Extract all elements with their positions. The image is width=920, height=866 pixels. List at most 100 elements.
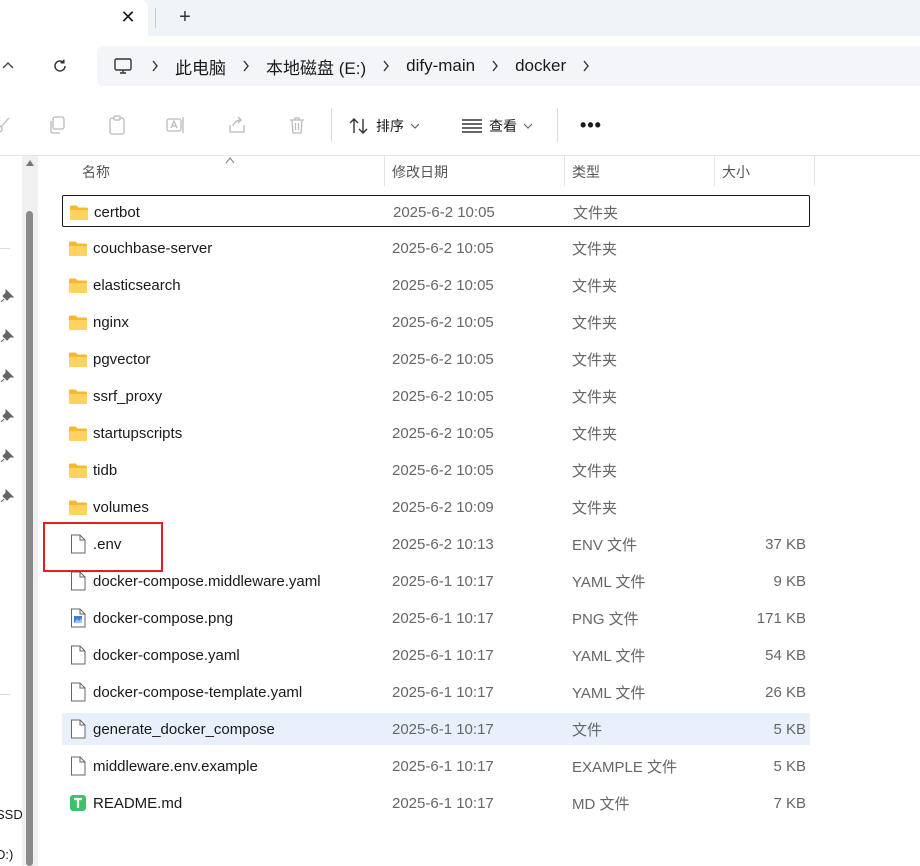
scroll-up-arrow-icon[interactable] [26, 160, 34, 166]
close-tab-icon[interactable]: ✕ [114, 4, 142, 30]
file-name[interactable]: docker-compose.yaml [93, 647, 240, 664]
file-name[interactable]: certbot [94, 204, 140, 221]
file-name-cell[interactable]: volumes [68, 491, 149, 523]
file-name[interactable]: pgvector [93, 351, 151, 368]
new-tab-icon[interactable]: + [170, 4, 200, 30]
share-icon[interactable] [224, 112, 250, 138]
file-row[interactable]: docker-compose.middleware.yaml 2025-6-1 1… [62, 565, 810, 597]
file-name[interactable]: elasticsearch [93, 277, 181, 294]
pin-icon [0, 288, 15, 303]
file-name[interactable]: docker-compose-template.yaml [93, 684, 302, 701]
file-name[interactable]: ssrf_proxy [93, 388, 162, 405]
file-name[interactable]: docker-compose.png [93, 610, 233, 627]
chevron-right-icon[interactable] [475, 56, 515, 76]
folder-icon [68, 497, 88, 517]
file-date: 2025-6-2 10:05 [392, 276, 494, 294]
file-row[interactable]: volumes 2025-6-2 10:09 文件夹 [62, 491, 810, 523]
file-row[interactable]: nginx 2025-6-2 10:05 文件夹 [62, 306, 810, 338]
file-row[interactable]: README.md 2025-6-1 10:17 MD 文件 7 KB [62, 787, 810, 819]
file-type: MD 文件 [572, 795, 630, 813]
more-options-button[interactable]: ••• [576, 110, 606, 140]
nav-item-drive-d[interactable]: D:) [0, 847, 13, 862]
file-name-cell[interactable]: certbot [69, 196, 140, 228]
file-type: 文件夹 [572, 314, 618, 332]
chevron-right-icon[interactable] [135, 56, 175, 76]
file-name[interactable]: middleware.env.example [93, 758, 258, 775]
file-name-cell[interactable]: tidb [68, 454, 117, 486]
file-row[interactable]: docker-compose-template.yaml 2025-6-1 10:… [62, 676, 810, 708]
file-name-cell[interactable]: couchbase-server [68, 232, 212, 264]
nav-scrollbar-thumb[interactable] [26, 211, 33, 866]
chevron-right-icon[interactable] [366, 56, 406, 76]
file-name-cell[interactable]: elasticsearch [68, 269, 181, 301]
file-name-cell[interactable]: nginx [68, 306, 129, 338]
file-name[interactable]: startupscripts [93, 425, 182, 442]
breadcrumb-docker[interactable]: docker [515, 56, 566, 76]
breadcrumb-local-disk[interactable]: 本地磁盘 (E:) [266, 54, 366, 79]
column-divider[interactable] [814, 156, 815, 186]
file-name-cell[interactable]: pgvector [68, 343, 151, 375]
column-header-date[interactable]: 修改日期 [392, 156, 448, 188]
paste-icon[interactable] [104, 112, 130, 138]
file-row[interactable]: elasticsearch 2025-6-2 10:05 文件夹 [62, 269, 810, 301]
file-row[interactable]: startupscripts 2025-6-2 10:05 文件夹 [62, 417, 810, 449]
column-divider[interactable] [714, 156, 715, 186]
file-row[interactable]: ssrf_proxy 2025-6-2 10:05 文件夹 [62, 380, 810, 412]
file-date: 2025-6-2 10:05 [392, 424, 494, 442]
chevron-right-icon[interactable] [566, 56, 606, 76]
rename-icon[interactable] [163, 112, 189, 138]
file-name[interactable]: README.md [93, 795, 182, 812]
up-arrow-icon[interactable] [0, 50, 24, 82]
breadcrumb-dify-main[interactable]: dify-main [406, 56, 475, 76]
sort-button[interactable]: 排序 [348, 110, 420, 142]
refresh-icon[interactable] [44, 50, 76, 82]
file-row[interactable]: middleware.env.example 2025-6-1 10:17 EXAM… [62, 750, 810, 782]
file-name-cell[interactable]: README.md [68, 787, 182, 819]
column-divider[interactable] [564, 156, 565, 186]
breadcrumb-this-pc[interactable]: 此电脑 [175, 54, 226, 79]
file-name-cell[interactable]: docker-compose.yaml [68, 639, 240, 671]
annotation-highlight-box [43, 522, 163, 572]
file-name[interactable]: docker-compose.middleware.yaml [93, 573, 321, 590]
file-name-cell[interactable]: middleware.env.example [68, 750, 258, 782]
file-name[interactable]: nginx [93, 314, 129, 331]
file-name[interactable]: volumes [93, 499, 149, 516]
file-row[interactable]: .env 2025-6-2 10:13 ENV 文件 37 KB [62, 528, 810, 560]
file-row[interactable]: docker-compose.png 2025-6-1 10:17 PNG 文件 17… [62, 602, 810, 634]
file-name[interactable]: tidb [93, 462, 117, 479]
file-row[interactable]: docker-compose.yaml 2025-6-1 10:17 YAML 文件… [62, 639, 810, 671]
file-row[interactable]: pgvector 2025-6-2 10:05 文件夹 [62, 343, 810, 375]
nav-item-drive[interactable]: SSD [0, 807, 23, 822]
file-row[interactable]: tidb 2025-6-2 10:05 文件夹 [62, 454, 810, 486]
copy-icon[interactable] [44, 112, 70, 138]
file-row[interactable]: generate_docker_compose 2025-6-1 10:17 文件 5… [62, 713, 810, 745]
file-size: 54 KB [765, 646, 806, 664]
folder-icon [68, 275, 88, 295]
column-header-type[interactable]: 类型 [572, 156, 600, 188]
file-date: 2025-6-2 10:05 [392, 350, 494, 368]
this-pc-icon[interactable] [111, 54, 135, 78]
delete-icon[interactable] [284, 112, 310, 138]
column-divider[interactable] [384, 156, 385, 186]
file-name-cell[interactable]: docker-compose.png [68, 602, 233, 634]
file-row[interactable]: certbot 2025-6-2 10:05 文件夹 [62, 195, 810, 227]
file-name-cell[interactable]: generate_docker_compose [68, 713, 275, 745]
tab-active[interactable]: ✕ [0, 0, 148, 36]
cut-icon[interactable] [0, 112, 16, 138]
file-name-cell[interactable]: docker-compose-template.yaml [68, 676, 302, 708]
column-header-size[interactable]: 大小 [722, 156, 750, 188]
file-row[interactable]: couchbase-server 2025-6-2 10:05 文件夹 [62, 232, 810, 264]
file-name-cell[interactable]: startupscripts [68, 417, 182, 449]
pin-icon [0, 328, 15, 343]
file-name-cell[interactable]: ssrf_proxy [68, 380, 162, 412]
file-date: 2025-6-2 10:05 [392, 313, 494, 331]
address-bar[interactable]: 此电脑 本地磁盘 (E:) dify-main docker [97, 46, 920, 86]
file-name[interactable]: generate_docker_compose [93, 721, 275, 738]
file-icon [68, 682, 88, 702]
chevron-right-icon[interactable] [226, 56, 266, 76]
image-file-icon [68, 608, 88, 628]
folder-icon [68, 349, 88, 369]
view-button[interactable]: 查看 [461, 110, 533, 142]
column-header-name[interactable]: 名称 [82, 156, 110, 188]
file-name[interactable]: couchbase-server [93, 240, 212, 257]
